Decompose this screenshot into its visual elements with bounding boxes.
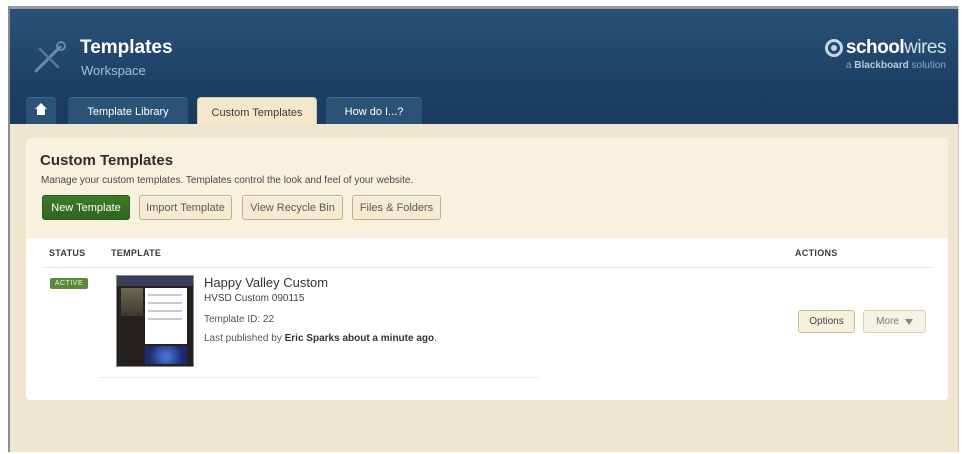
template-id: Template ID: 22	[204, 314, 275, 325]
thumbnail-footer	[145, 346, 187, 364]
home-icon	[35, 102, 47, 117]
publisher-name: Eric Sparks about a minute ago	[284, 333, 435, 344]
tools-icon	[34, 41, 66, 73]
thumbnail-text-line	[148, 302, 182, 304]
template-thumbnail[interactable]	[116, 275, 194, 367]
templates-table: STATUS TEMPLATE ACTIONS ACTIVE Happy Val…	[26, 238, 948, 400]
last-published: Last published by Eric Sparks about a mi…	[204, 333, 437, 344]
view-recycle-bin-button[interactable]: View Recycle Bin	[242, 195, 343, 220]
app-title: Templates	[80, 37, 173, 58]
more-button[interactable]: More	[863, 310, 926, 333]
column-header-actions: ACTIONS	[795, 248, 838, 258]
row-divider	[100, 377, 540, 378]
tab-how-do-i[interactable]: How do I...?	[326, 97, 422, 127]
column-header-template: TEMPLATE	[111, 248, 162, 258]
new-template-button[interactable]: New Template	[42, 195, 130, 220]
tab-home[interactable]	[26, 97, 56, 127]
thumbnail-content	[145, 288, 187, 344]
thumbnail-text-line	[148, 318, 182, 320]
import-template-button[interactable]: Import Template	[139, 195, 232, 220]
tab-custom-templates[interactable]: Custom Templates	[197, 97, 317, 127]
more-label: More	[876, 316, 899, 327]
app-subtitle: Workspace	[81, 63, 146, 78]
thumbnail-text-line	[148, 294, 182, 296]
app-header: Templates Workspace schoolwires a Blackb…	[10, 9, 958, 127]
schoolwires-logo-icon	[824, 39, 843, 57]
brand-name: schoolwires	[845, 37, 947, 58]
schoolwires-logo: schoolwires a Blackboard solution	[824, 37, 947, 71]
workspace: Custom Templates Manage your custom temp…	[10, 124, 958, 452]
status-badge: ACTIVE	[50, 278, 88, 289]
tab-bar: Template Library Custom Templates How do…	[10, 97, 958, 127]
template-code: HVSD Custom 090115	[204, 293, 305, 304]
template-name[interactable]: Happy Valley Custom	[204, 275, 328, 290]
thumbnail-photo	[121, 288, 143, 316]
caret-down-icon	[904, 318, 913, 325]
panel-title: Custom Templates	[40, 152, 174, 169]
custom-templates-panel: Custom Templates Manage your custom temp…	[26, 138, 948, 400]
header-divider	[42, 267, 934, 268]
options-button[interactable]: Options	[798, 310, 855, 333]
thumbnail-text-line	[148, 310, 182, 312]
brand-tagline: a Blackboard solution	[845, 60, 946, 71]
app-frame: Templates Workspace schoolwires a Blackb…	[8, 6, 959, 452]
tab-template-library[interactable]: Template Library	[68, 97, 188, 127]
column-header-status: STATUS	[49, 248, 86, 258]
panel-description: Manage your custom templates. Templates …	[41, 175, 414, 186]
files-folders-button[interactable]: Files & Folders	[352, 195, 441, 220]
thumbnail-header	[117, 276, 193, 286]
